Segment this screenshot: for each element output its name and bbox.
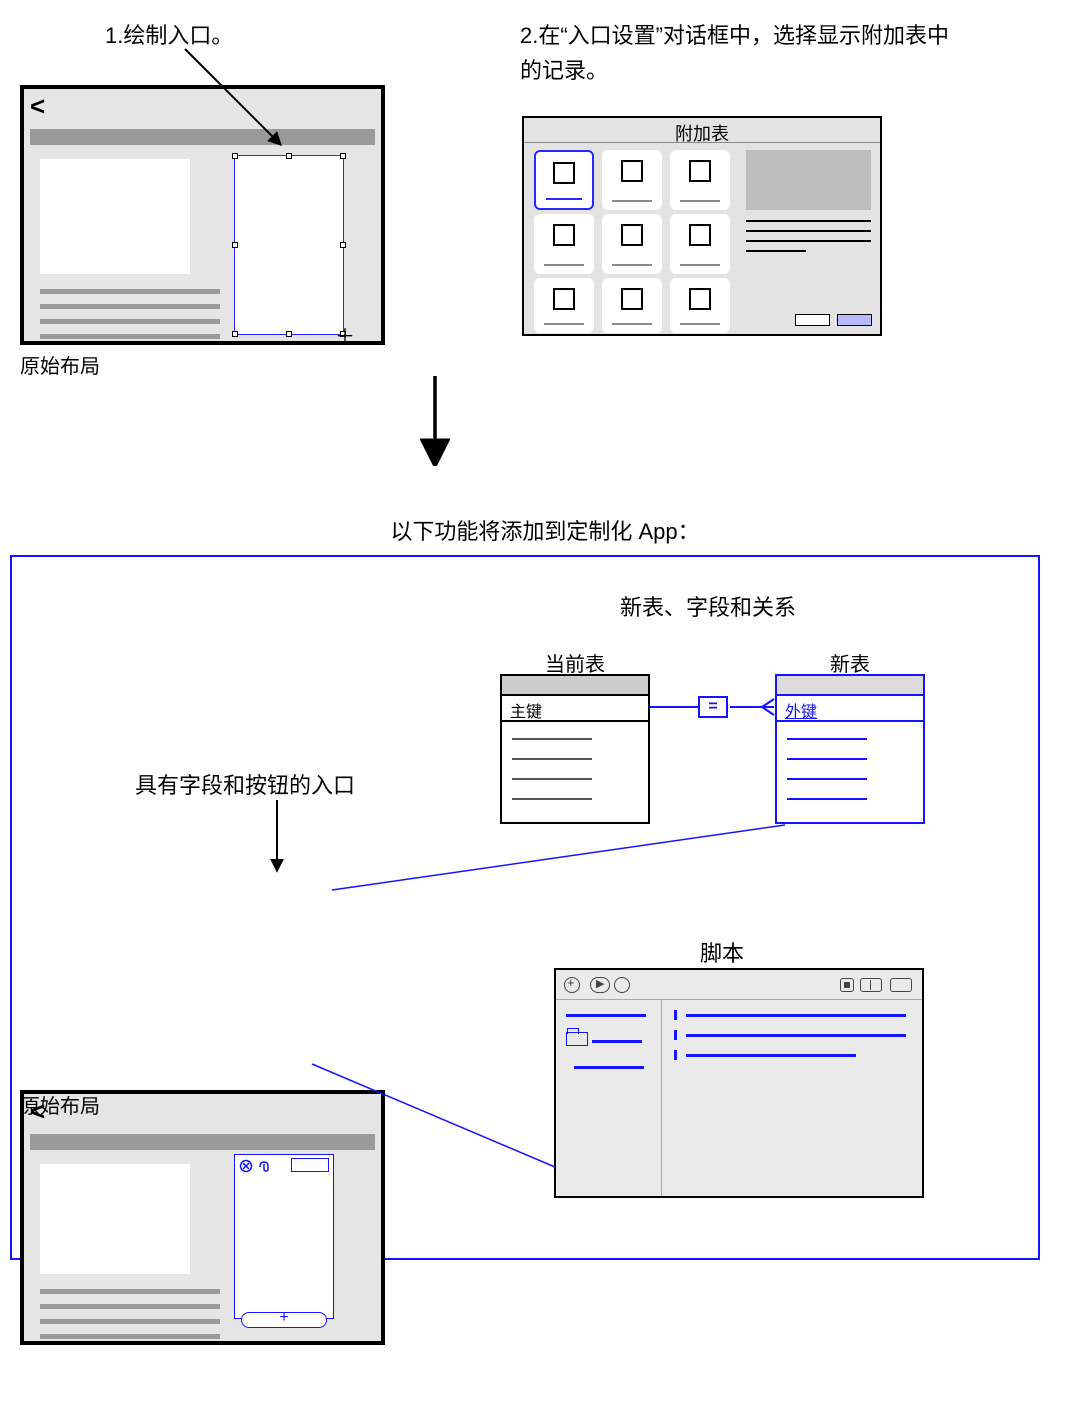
draw-cursor-icon: ＋ [335, 320, 355, 349]
current-table: 主键 [500, 674, 650, 824]
script-list-item[interactable] [592, 1040, 642, 1043]
script-step [686, 1034, 906, 1037]
step2-text: 2.在“入口设置”对话框中，选择显示附加表中的记录。 [520, 18, 960, 88]
script-list-item[interactable] [574, 1066, 644, 1069]
layout-image-placeholder [40, 1164, 190, 1274]
related-table-tile[interactable] [602, 150, 662, 210]
toolbar-toggle[interactable] [840, 978, 854, 992]
tables-section-title: 新表、字段和关系 [620, 590, 796, 622]
arrow-down-icon [420, 376, 450, 466]
view-mode-button[interactable] [890, 978, 912, 992]
related-table-tile-selected[interactable] [534, 150, 594, 210]
run-script-button[interactable]: ▶ [590, 977, 610, 993]
primary-key-field: 主键 [510, 698, 542, 722]
attachment-icon[interactable] [257, 1159, 271, 1173]
layout-text-line [40, 334, 220, 339]
current-table-label: 当前表 [545, 648, 605, 677]
scripts-divider [661, 1000, 662, 1196]
layout-text-line [40, 1334, 220, 1339]
drawn-portal-selection[interactable]: ＋ [234, 155, 344, 335]
dialog-info-line [746, 240, 871, 242]
related-table-tile[interactable] [602, 214, 662, 274]
dialog-preview [746, 150, 871, 210]
layout-text-line [40, 1289, 220, 1294]
folder-icon[interactable] [566, 1032, 588, 1046]
related-table-tile[interactable] [534, 214, 594, 274]
related-table-tile[interactable] [534, 278, 594, 333]
dialog-info-line [746, 230, 871, 232]
arrow-portal-label [262, 800, 292, 880]
related-table-tile[interactable] [670, 214, 730, 274]
scripts-window: + ▶ [554, 968, 924, 1198]
dialog-ok-button[interactable] [837, 314, 872, 326]
new-table: 外键 [775, 674, 925, 824]
connector-table-to-portal [330, 824, 790, 894]
view-mode-button[interactable] [860, 978, 882, 992]
layout1-caption: 原始布局 [20, 350, 100, 379]
layout2-caption: 原始布局 [20, 1090, 100, 1119]
script-step [686, 1054, 856, 1057]
scripts-section-title: 脚本 [700, 936, 744, 968]
remove-icon[interactable] [239, 1159, 253, 1173]
back-icon: < [30, 91, 45, 122]
layout-text-line [40, 1304, 220, 1309]
related-table-tile[interactable] [670, 150, 730, 210]
related-table-tile[interactable] [602, 278, 662, 333]
arrow-step1-to-selection [180, 44, 300, 164]
result-heading: 以下功能将添加到定制化 App： [0, 514, 1090, 546]
new-script-button[interactable]: + [564, 977, 580, 993]
layout-image-placeholder [40, 159, 190, 274]
relation-equals-icon: = [698, 696, 728, 718]
scripts-toolbar: + ▶ [556, 970, 922, 1000]
foreign-key-field: 外键 [785, 698, 817, 722]
layout-text-line [40, 319, 220, 324]
script-list-item[interactable] [566, 1014, 646, 1017]
layout-text-line [40, 1319, 220, 1324]
portal-add-button[interactable]: + [241, 1312, 327, 1328]
related-table-tile[interactable] [670, 278, 730, 333]
layout-text-line [40, 289, 220, 294]
dialog-info-line [746, 250, 806, 252]
connector-portal-to-scripts [310, 1062, 560, 1172]
dialog-info-line [746, 220, 871, 222]
portal-setup-dialog: 附加表 [522, 116, 882, 336]
new-table-label: 新表 [830, 648, 870, 677]
stop-script-button[interactable] [614, 977, 630, 993]
dialog-cancel-button[interactable] [795, 314, 830, 326]
portal-label: 具有字段和按钮的入口 [135, 768, 355, 800]
layout-text-line [40, 304, 220, 309]
script-step [686, 1014, 906, 1017]
portal-with-fields[interactable]: + [234, 1154, 334, 1319]
